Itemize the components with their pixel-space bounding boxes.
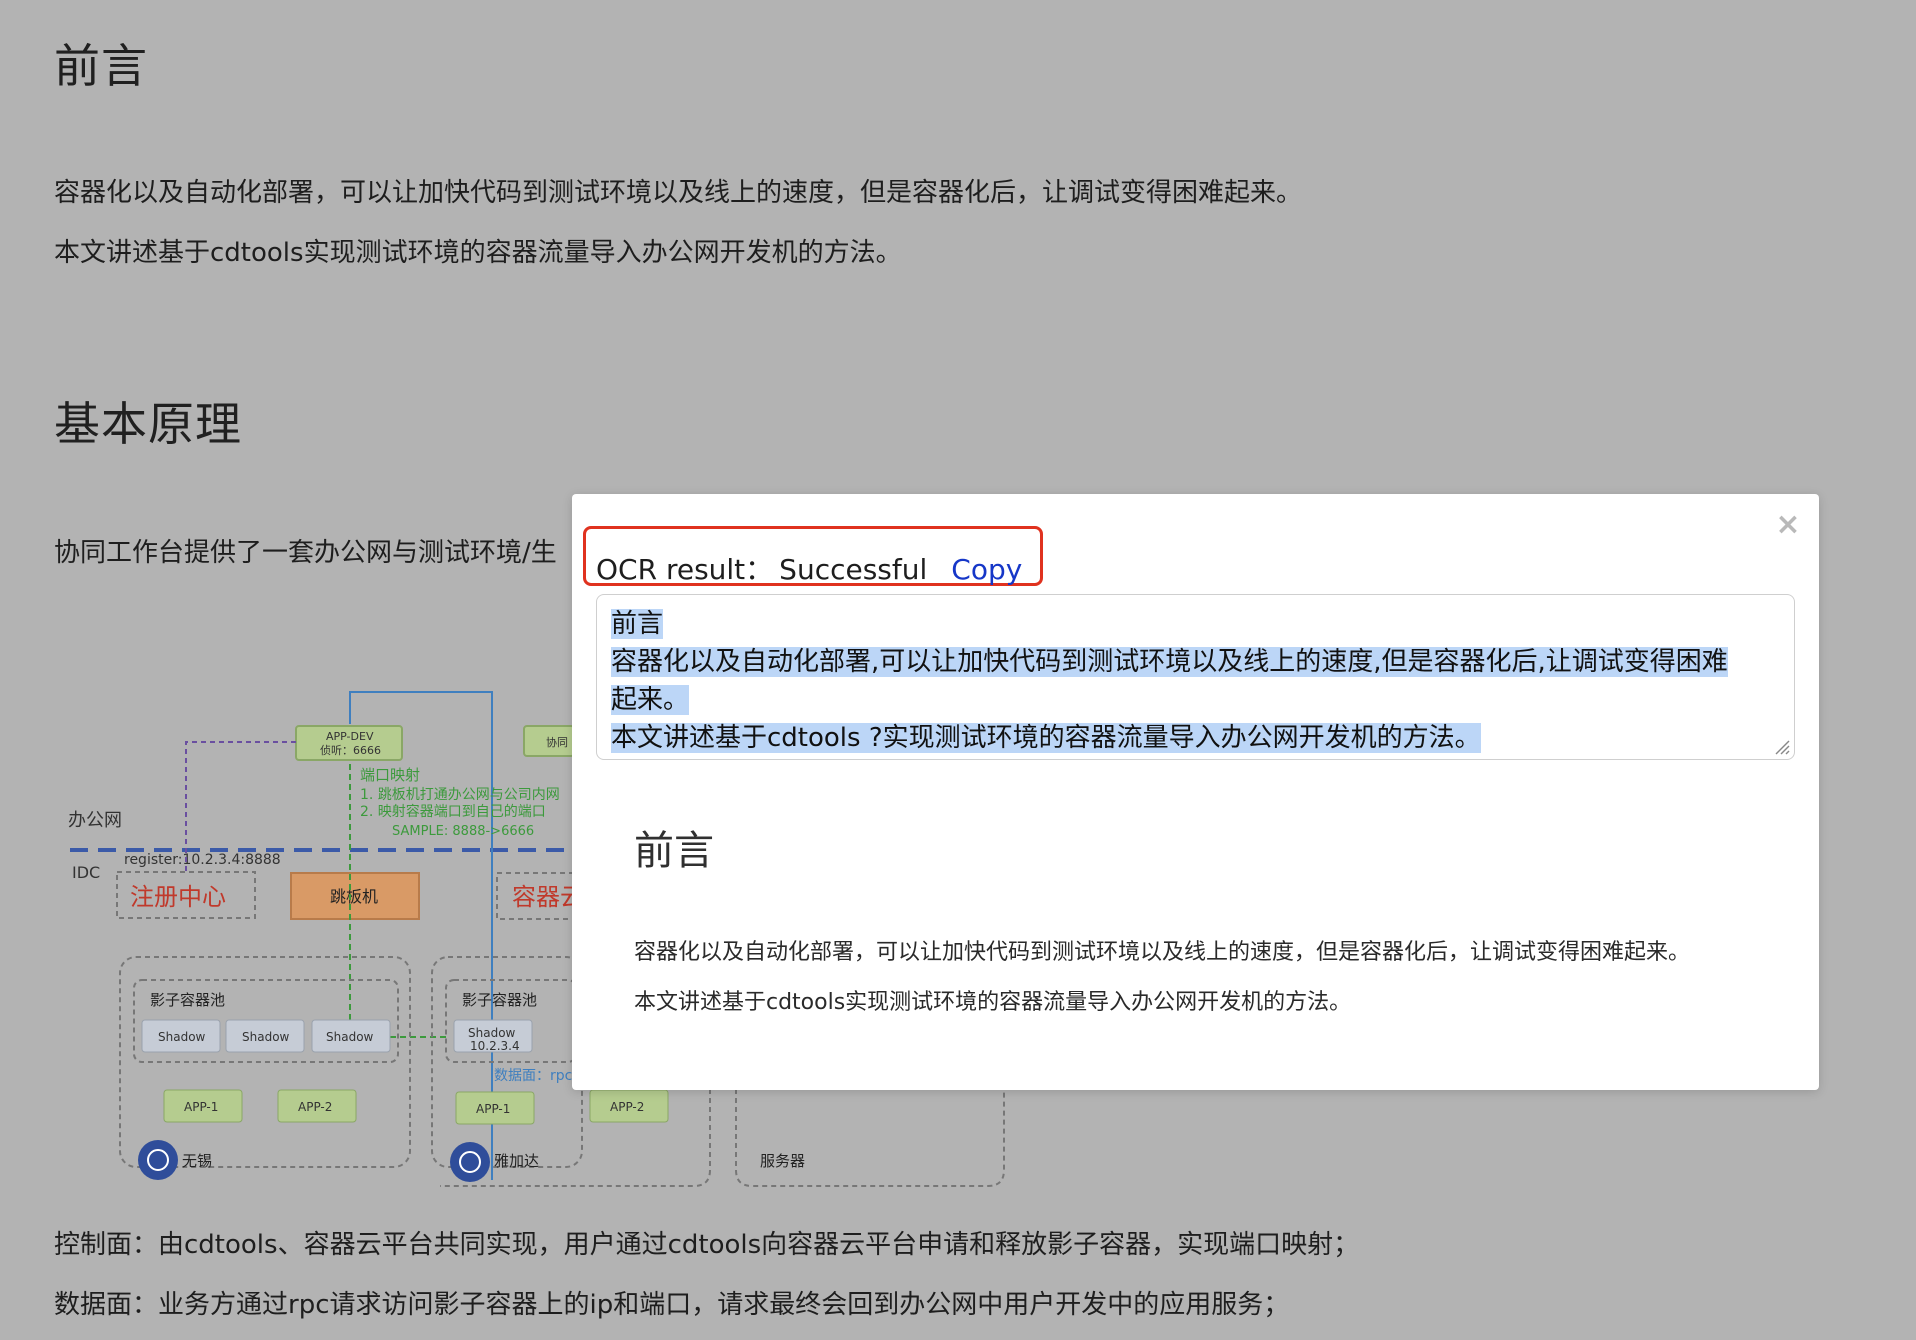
preview-title: 前言 [634,828,714,874]
section-title-preface: 前言 [54,39,148,93]
shadow-pool-label: 影子容器池 [150,991,225,1009]
site-wuxi: 无锡 [182,1152,212,1170]
app2-label: APP-2 [610,1100,644,1114]
resize-handle-icon[interactable] [1774,739,1790,755]
jump-host-label: 跳板机 [330,887,378,906]
app1-label: APP-1 [476,1102,510,1116]
registry-center-label: 注册中心 [130,883,226,911]
ocr-line: 容器化以及自动化部署,可以让加快代码到测试环境以及线上的速度,但是容器化后,让调… [611,647,1728,677]
app1-label: APP-1 [184,1100,218,1114]
preview-paragraph: 本文讲述基于cdtools实现测试环境的容器流量导入办公网开发机的方法。 [634,990,1352,1015]
cooperate-label: 协同 [546,735,568,749]
port-mapping-step1: 1. 跳板机打通办公网与公司内网 [360,786,560,803]
shadow-label: Shadow [468,1026,516,1040]
shadow-label: Shadow [326,1030,374,1044]
data-plane-paragraph: 数据面：业务方通过rpc请求访问影子容器上的ip和端口，请求最终会回到办公网中用… [54,1290,1290,1320]
ocr-status-label: OCR result： [596,553,774,586]
shadow-ip: 10.2.3.4 [470,1039,520,1053]
copy-button[interactable]: Copy [951,553,1022,586]
shadow-label: Shadow [242,1030,290,1044]
paragraph: 协同工作台提供了一套办公网与测试环境/生 [54,538,557,568]
paragraph: 本文讲述基于cdtools实现测试环境的容器流量导入办公网开发机的方法。 [54,238,902,268]
ocr-line: 本文讲述基于cdtools ?实现测试环境的容器流量导入办公网开发机的方法。 [611,723,1481,753]
app-dev-label: APP-DEV [326,730,374,743]
port-mapping-sample: SAMPLE: 8888->6666 [392,824,534,839]
paragraph: 容器化以及自动化部署，可以让加快代码到测试环境以及线上的速度，但是容器化后，让调… [54,178,1303,208]
office-net-label: 办公网 [68,810,122,831]
ocr-status-value: Successful [779,553,928,586]
shadow-label: Shadow [158,1030,206,1044]
preview-paragraph: 容器化以及自动化部署，可以让加快代码到测试环境以及线上的速度，但是容器化后，让调… [634,940,1691,965]
data-plane-label: 数据面：rpc [494,1068,572,1084]
server-label: 服务器 [760,1152,805,1170]
ocr-line: 前言 [611,609,664,639]
kubernetes-icon [138,1140,178,1180]
ocr-line: 起来。 [611,685,690,715]
kubernetes-icon [450,1142,490,1182]
ocr-status: OCR result： Successful Copy [596,548,1022,588]
app2-label: APP-2 [298,1100,332,1114]
control-plane-paragraph: 控制面：由cdtools、容器云平台共同实现，用户通过cdtools向容器云平台… [54,1230,1360,1260]
register-label: register:10.2.3.4:8888 [124,852,281,868]
shadow-pool-label: 影子容器池 [462,991,537,1009]
port-mapping-title: 端口映射 [360,766,420,784]
site-jakarta: 雅加达 [494,1152,539,1170]
close-icon[interactable]: × [1775,510,1801,540]
ocr-result-modal: × OCR result： Successful Copy 前言 容器化以及自动化部… [572,494,1819,1090]
ocr-result-textarea[interactable]: 前言 容器化以及自动化部署,可以让加快代码到测试环境以及线上的速度,但是容器化后… [596,594,1795,760]
port-mapping-step2: 2. 映射容器端口到自己的端口 [360,803,546,820]
idc-label: IDC [72,863,100,882]
app-dev-listen: 侦听：6666 [320,744,381,757]
section-title-principle: 基本原理 [54,397,242,451]
